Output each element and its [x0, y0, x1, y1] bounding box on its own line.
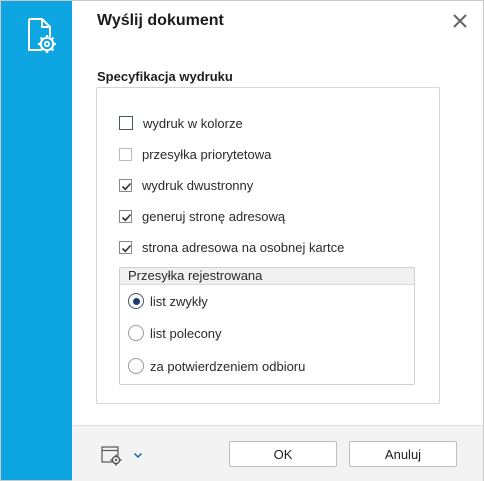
- dialog-title: Wyślij dokument: [97, 12, 224, 29]
- radio-registered-letter[interactable]: list polecony: [128, 323, 222, 343]
- checkbox-label: wydruk dwustronny: [142, 177, 254, 193]
- dialog-footer: OK Anuluj: [72, 425, 483, 481]
- radio-label: za potwierdzeniem odbioru: [150, 358, 306, 374]
- checkbox-label: przesyłka priorytetowa: [142, 146, 272, 162]
- radio-group-title: Przesyłka rejestrowana: [120, 268, 414, 285]
- checkbox-label: wydruk w kolorze: [143, 115, 243, 131]
- checkbox-address-page[interactable]: generuj stronę adresową: [119, 207, 285, 225]
- checkmark-icon: [121, 213, 132, 221]
- registered-mail-group: Przesyłka rejestrowana list zwykły list …: [119, 267, 415, 385]
- checkbox-color-print[interactable]: wydruk w kolorze: [119, 114, 243, 132]
- radio-return-receipt[interactable]: za potwierdzeniem odbioru: [128, 356, 305, 376]
- ok-button[interactable]: OK: [229, 441, 337, 467]
- checkbox-box[interactable]: [119, 240, 132, 254]
- checkbox-separate-sheet[interactable]: strona adresowa na osobnej kartce: [119, 238, 344, 256]
- checkbox-box[interactable]: [119, 116, 133, 130]
- checkbox-box[interactable]: [119, 209, 132, 223]
- title-bar: Wyślij dokument: [72, 1, 483, 42]
- checkbox-priority[interactable]: przesyłka priorytetowa: [119, 145, 271, 163]
- radio-label: list polecony: [150, 325, 222, 341]
- radio-label: list zwykły: [150, 293, 208, 309]
- checkmark-icon: [121, 182, 132, 190]
- radio-ordinary-letter[interactable]: list zwykły: [128, 291, 208, 311]
- checkbox-label: generuj stronę adresową: [142, 208, 286, 224]
- chevron-down-icon[interactable]: [132, 449, 144, 461]
- cancel-button[interactable]: Anuluj: [349, 441, 457, 467]
- checkmark-icon: [121, 244, 132, 252]
- window-settings-icon[interactable]: [101, 446, 123, 466]
- radio-button[interactable]: [128, 358, 144, 374]
- document-gear-icon: [28, 18, 56, 53]
- checkbox-label: strona adresowa na osobnej kartce: [142, 239, 345, 255]
- sidebar: [1, 1, 72, 480]
- checkbox-box[interactable]: [119, 178, 132, 192]
- section-title: Specyfikacja wydruku: [97, 69, 233, 84]
- checkbox-box[interactable]: [119, 147, 132, 161]
- radio-button[interactable]: [128, 325, 144, 341]
- checkbox-duplex[interactable]: wydruk dwustronny: [119, 176, 253, 194]
- radio-button[interactable]: [128, 293, 144, 309]
- close-icon[interactable]: [449, 10, 471, 32]
